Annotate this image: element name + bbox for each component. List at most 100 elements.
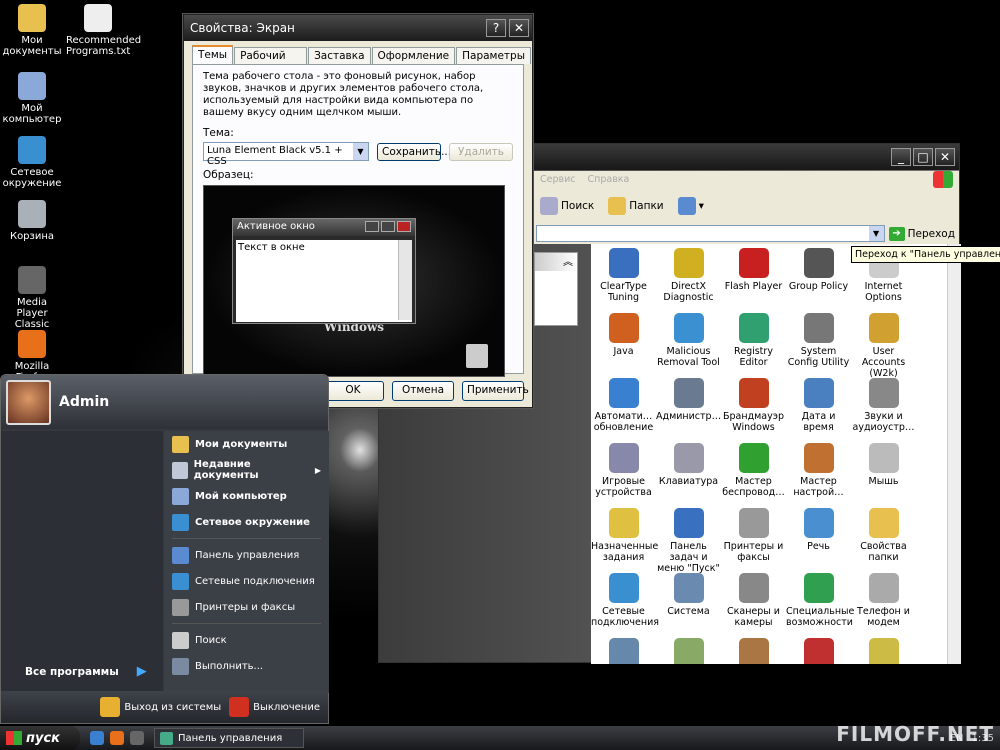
chevron-down-icon[interactable]: ▼ xyxy=(353,143,368,160)
control-panel-item[interactable] xyxy=(851,638,916,664)
shutdown-button[interactable]: Выключение xyxy=(229,697,320,717)
control-panel-item[interactable] xyxy=(656,638,721,664)
firewall-icon xyxy=(738,378,769,408)
tab-themes[interactable]: Темы xyxy=(192,45,234,64)
control-panel-item[interactable]: Дата и время xyxy=(786,378,851,435)
start-menu-item[interactable]: Мои документы xyxy=(164,431,329,457)
start-menu-item-label: Сетевое окружение xyxy=(195,516,310,528)
apply-button[interactable]: Применить xyxy=(462,381,529,401)
firefox-icon[interactable] xyxy=(110,731,124,745)
media-player-icon[interactable] xyxy=(130,731,144,745)
control-panel-item[interactable]: User Accounts (W2k) xyxy=(851,313,916,379)
control-panel-item[interactable]: Клавиатура xyxy=(656,443,721,500)
desktop-icon[interactable]: Сетевое окружение xyxy=(0,136,64,189)
dialog-titlebar: Свойства: Экран ? ✕ xyxy=(184,15,532,41)
control-panel-item[interactable]: Java xyxy=(591,313,656,370)
control-panel-item[interactable]: Звуки и аудиоустр… xyxy=(851,378,916,435)
ie-icon[interactable] xyxy=(90,731,104,745)
control-panel-item[interactable]: Сканеры и камеры xyxy=(721,573,786,630)
control-panel-item-label: Java xyxy=(613,346,634,357)
start-menu-item[interactable]: Сетевые подключения xyxy=(164,568,329,594)
theme-select[interactable]: Luna Element Black v5.1 + CSS ▼ xyxy=(203,142,369,167)
tab-settings[interactable]: Параметры xyxy=(456,47,531,64)
control-panel-item[interactable]: Панель задач и меню "Пуск" xyxy=(656,508,721,574)
start-menu-item[interactable]: Сетевое окружение xyxy=(164,509,329,535)
control-panel-item[interactable]: Речь xyxy=(786,508,851,565)
control-panel-item-label: Malicious Removal Tool xyxy=(657,346,720,368)
control-panel-item[interactable] xyxy=(786,638,851,664)
minimize-button[interactable]: _ xyxy=(891,148,911,166)
control-panel-item[interactable]: Мастер настрой… xyxy=(786,443,851,500)
close-button[interactable]: ✕ xyxy=(509,19,529,37)
address-input[interactable]: ▼ xyxy=(536,225,885,242)
start-menu-item-label: Сетевые подключения xyxy=(195,575,315,587)
user-avatar[interactable] xyxy=(6,379,51,425)
search-button[interactable]: Поиск xyxy=(540,197,594,215)
desktop-icon[interactable]: Мои документы xyxy=(0,4,64,57)
control-panel-item[interactable]: Администр… xyxy=(656,378,721,435)
control-panel-item[interactable]: Автомати… обновление xyxy=(591,378,656,435)
control-panel-item[interactable]: Сетевые подключения xyxy=(591,573,659,630)
control-panel-item[interactable]: DirectX Diagnostic xyxy=(656,248,721,305)
misc-icon-5 xyxy=(868,638,899,664)
folders-button[interactable]: Папки xyxy=(608,197,664,215)
tab-appearance[interactable]: Оформление xyxy=(371,47,456,64)
desktop-icon[interactable]: Мой компьютер xyxy=(0,72,64,125)
desktop-icon[interactable]: Media Player Classic xyxy=(0,266,64,330)
logoff-button[interactable]: Выход из системы xyxy=(100,697,221,717)
start-menu-item[interactable]: Недавние документы ▶ xyxy=(164,457,329,483)
control-panel-item[interactable] xyxy=(591,638,656,664)
cancel-button[interactable]: Отмена xyxy=(392,381,454,401)
control-panel-item[interactable]: Malicious Removal Tool xyxy=(656,313,721,370)
watermark: FILMOFF.NET xyxy=(836,722,994,746)
delete-theme-button[interactable]: Удалить xyxy=(449,142,513,161)
start-menu-item[interactable]: Панель управления xyxy=(164,542,329,568)
windows-update-icon xyxy=(608,378,639,408)
start-button[interactable]: пуск xyxy=(0,726,80,750)
control-panel-item-label: Автомати… обновление xyxy=(593,411,654,433)
network-connections-icon xyxy=(608,573,639,603)
all-programs-button[interactable]: Все программы ▶ xyxy=(25,664,147,679)
start-menu-right-pane: Мои документы Недавние документы ▶ Мой комп… xyxy=(164,431,329,693)
control-panel-item[interactable]: ClearType Tuning xyxy=(591,248,656,305)
help-button[interactable]: ? xyxy=(486,19,506,37)
control-panel-item[interactable]: Мастер беспровод… xyxy=(721,443,786,500)
desktop-icon[interactable]: Recommended Programs.txt xyxy=(66,4,141,57)
control-panel-item[interactable]: Телефон и модем xyxy=(851,573,916,630)
control-panel-item[interactable] xyxy=(721,638,786,664)
chevron-down-icon[interactable]: ▼ xyxy=(868,226,884,241)
start-menu-item[interactable]: Мой компьютер xyxy=(164,483,329,509)
collapse-chevron-icon[interactable]: ︽ xyxy=(535,253,577,271)
views-button[interactable]: ▾ xyxy=(677,197,704,215)
start-menu-item[interactable]: Поиск xyxy=(164,627,329,653)
control-panel-item[interactable]: System Config Utility xyxy=(786,313,851,370)
control-panel-item[interactable]: Flash Player xyxy=(721,248,786,305)
maximize-button[interactable]: □ xyxy=(913,148,933,166)
control-panel-item[interactable]: Брандмауэр Windows xyxy=(721,378,786,435)
explorer-toolbar: Поиск Папки ▾ xyxy=(534,189,959,223)
close-button[interactable]: ✕ xyxy=(935,148,955,166)
start-menu-item[interactable]: Принтеры и факсы xyxy=(164,594,329,620)
ok-button[interactable]: OK xyxy=(322,381,384,401)
control-panel-item[interactable]: Registry Editor xyxy=(721,313,786,370)
start-menu-item-label: Выполнить... xyxy=(195,660,264,672)
control-panel-item[interactable]: Принтеры и факсы xyxy=(721,508,786,565)
desktop-icon[interactable]: Корзина xyxy=(0,200,64,242)
control-panel-item[interactable]: Group Policy xyxy=(786,248,851,305)
folders-button-label: Папки xyxy=(629,200,664,212)
menu-service[interactable]: Сервис xyxy=(540,174,576,186)
go-button[interactable]: ➔ Переход xyxy=(885,226,959,241)
menu-help[interactable]: Справка xyxy=(588,174,630,186)
tab-desktop[interactable]: Рабочий стол xyxy=(234,47,308,74)
control-panel-item[interactable]: Назначенные задания xyxy=(591,508,658,565)
save-theme-button[interactable]: Сохранить... xyxy=(377,142,451,161)
tab-screensaver[interactable]: Заставка xyxy=(308,47,371,64)
task-control-panel[interactable]: Панель управления xyxy=(154,728,304,748)
control-panel-item[interactable]: Игровые устройства xyxy=(591,443,656,500)
start-menu-item[interactable]: Выполнить... xyxy=(164,653,329,679)
control-panel-item[interactable]: Мышь xyxy=(851,443,916,500)
control-panel-item[interactable]: Свойства папки xyxy=(851,508,916,565)
control-panel-item[interactable]: Специальные возможности xyxy=(786,573,854,630)
vertical-scrollbar[interactable] xyxy=(947,244,961,664)
control-panel-item[interactable]: Система xyxy=(656,573,721,630)
